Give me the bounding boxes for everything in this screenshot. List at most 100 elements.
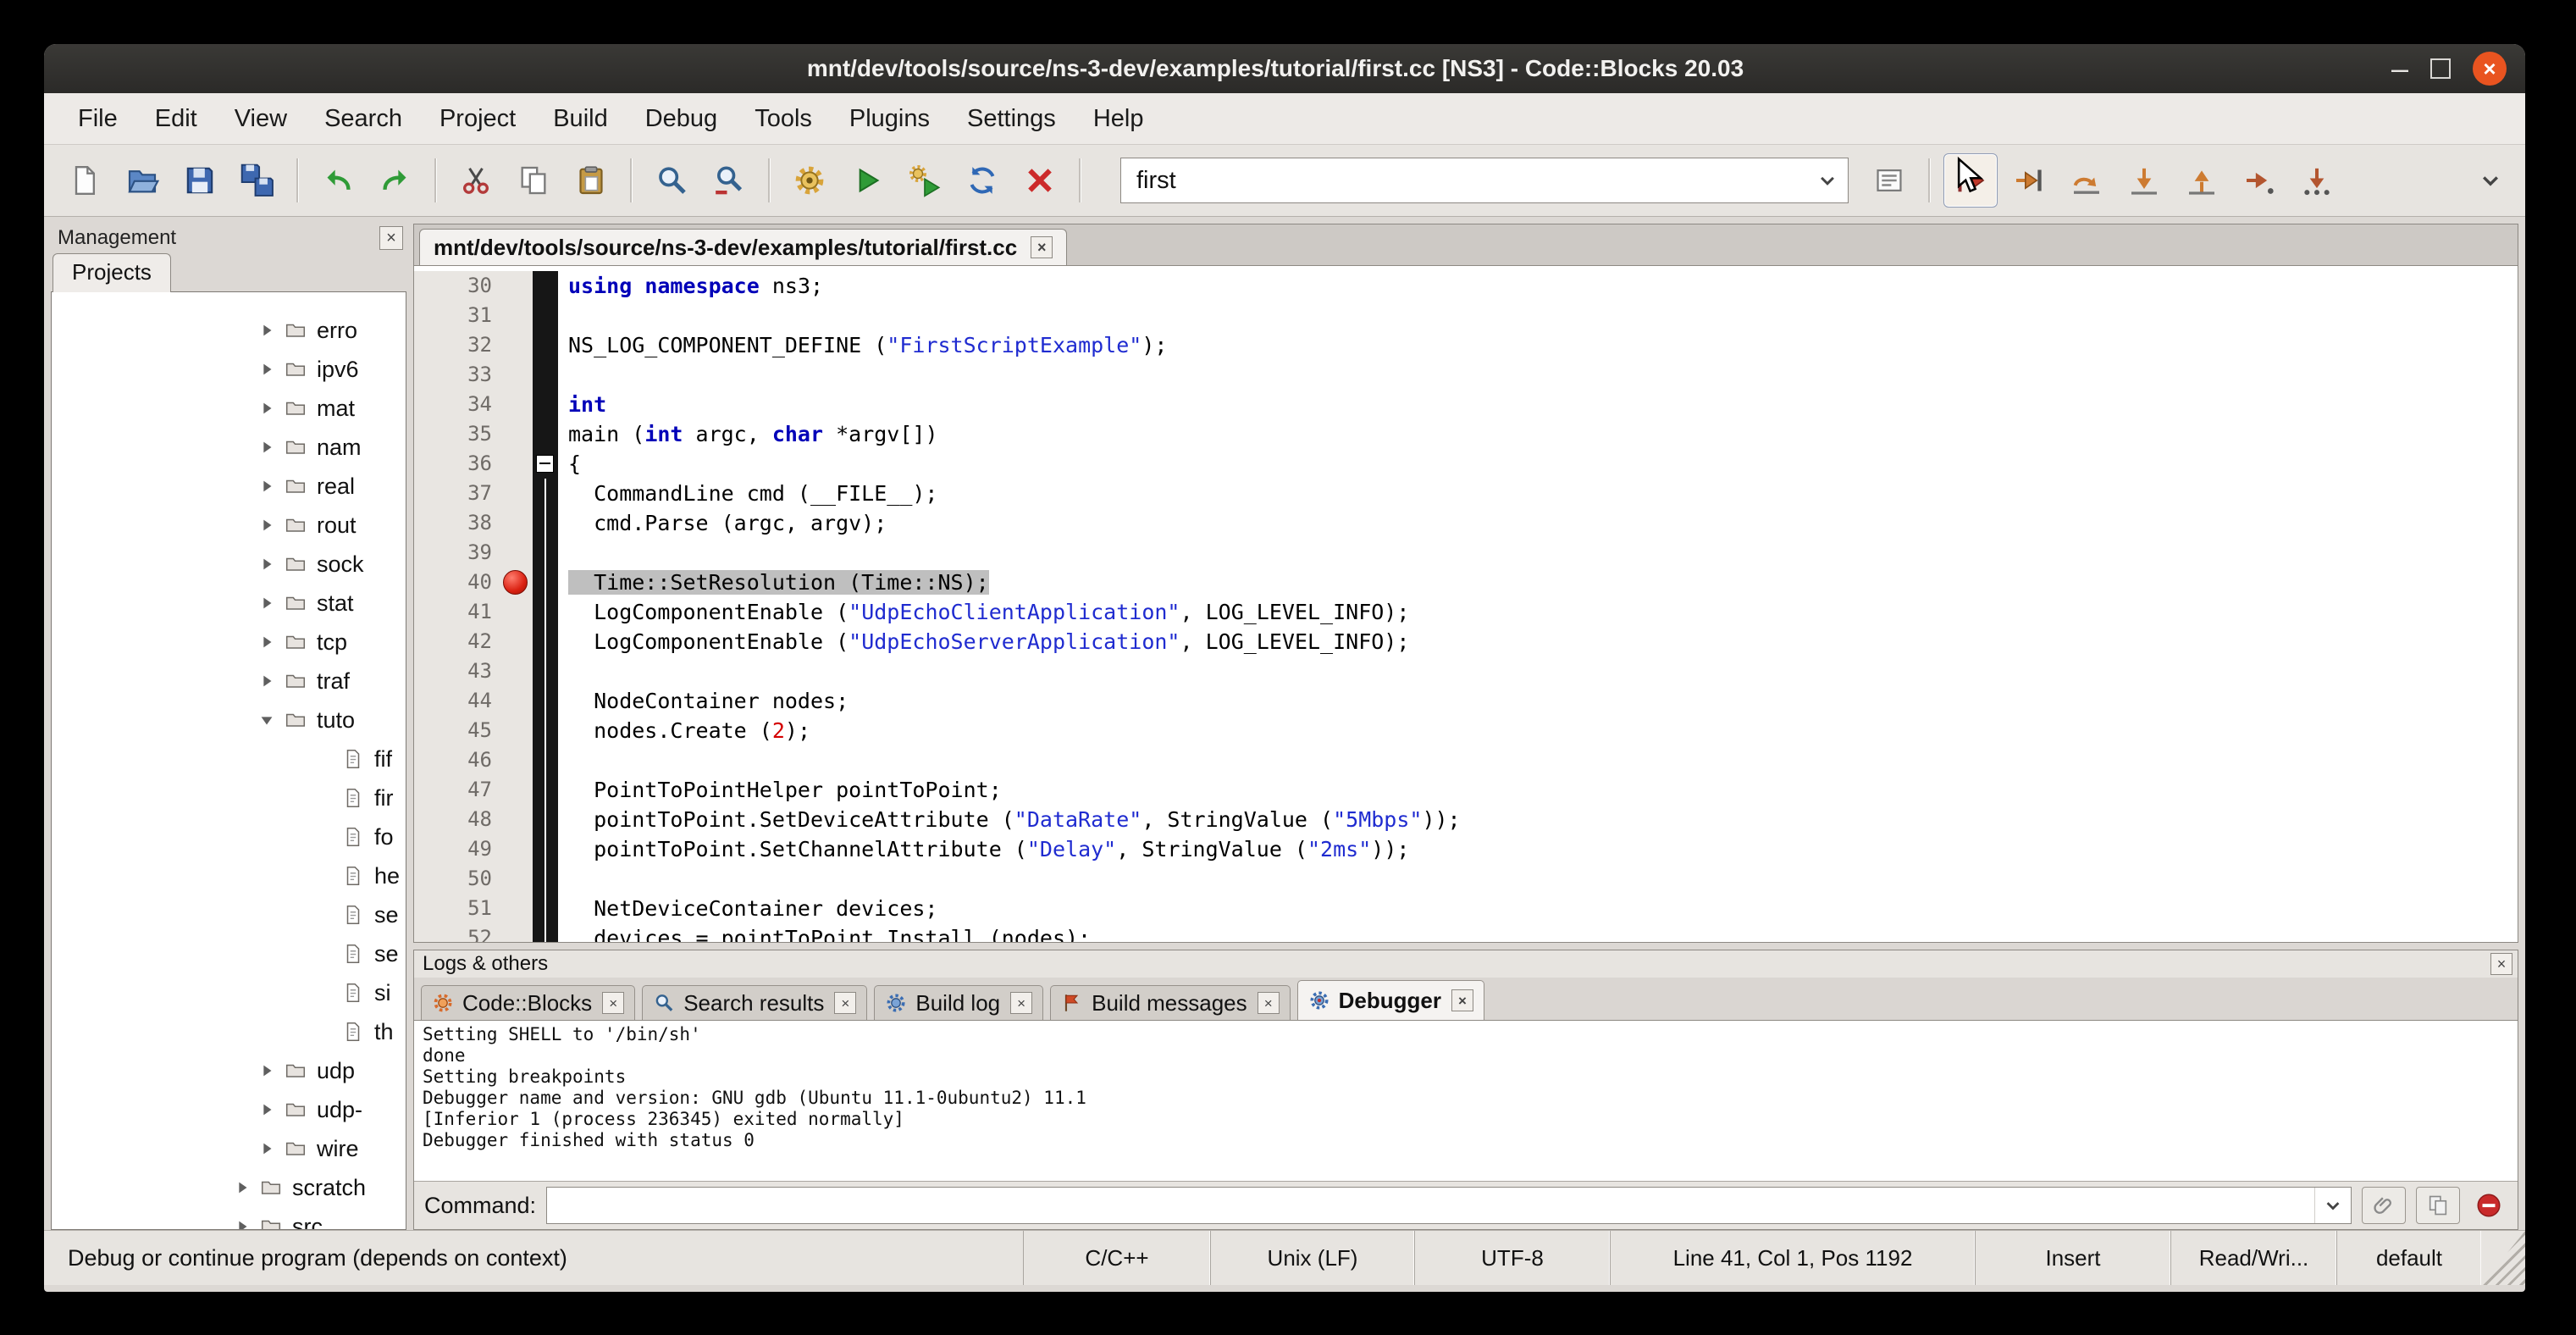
code-line-text[interactable]: Time::SetResolution (Time::NS); xyxy=(558,568,2518,597)
tab-projects[interactable]: Projects xyxy=(53,253,171,292)
log-tab-close-button[interactable]: × xyxy=(1010,992,1032,1014)
log-tab-build-messages[interactable]: Build messages× xyxy=(1050,985,1291,1020)
code-line-text[interactable]: main (int argc, char *argv[]) xyxy=(558,419,2518,449)
find-button[interactable] xyxy=(645,154,698,207)
breakpoint-margin[interactable] xyxy=(499,419,533,449)
code-line-text[interactable]: NS_LOG_COMPONENT_DEFINE ("FirstScriptExa… xyxy=(558,330,2518,360)
code-line-text[interactable]: pointToPoint.SetDeviceAttribute ("DataRa… xyxy=(558,805,2518,834)
redo-button[interactable] xyxy=(369,154,422,207)
tree-item-fo[interactable]: fo xyxy=(52,817,406,856)
tree-item-erro[interactable]: erro xyxy=(52,311,406,350)
code-line-text[interactable]: int xyxy=(558,390,2518,419)
stop-record-button[interactable] xyxy=(2470,1188,2507,1223)
tree-item-wire[interactable]: wire xyxy=(52,1129,406,1168)
log-tab-code-blocks[interactable]: Code::Blocks× xyxy=(421,985,635,1020)
code-line-text[interactable]: LogComponentEnable ("UdpEchoClientApplic… xyxy=(558,597,2518,627)
tree-item-rout[interactable]: rout xyxy=(52,506,406,545)
search-options-button[interactable] xyxy=(1863,154,1915,207)
code-line-text[interactable]: LogComponentEnable ("UdpEchoServerApplic… xyxy=(558,627,2518,656)
new-file-button[interactable] xyxy=(58,154,111,207)
tree-item-udp[interactable]: udp xyxy=(52,1051,406,1090)
tree-item-se[interactable]: se xyxy=(52,934,406,973)
build-and-run-button[interactable] xyxy=(898,154,951,207)
step-into-instruction-button[interactable] xyxy=(2291,154,2343,207)
tree-item-ipv6[interactable]: ipv6 xyxy=(52,350,406,389)
code-line-text[interactable]: nodes.Create (2); xyxy=(558,716,2518,745)
breakpoint-margin[interactable] xyxy=(499,568,533,597)
run-to-cursor-button[interactable] xyxy=(2003,154,2055,207)
menu-search[interactable]: Search xyxy=(306,105,421,133)
code-line-text[interactable] xyxy=(558,538,2518,568)
menu-help[interactable]: Help xyxy=(1075,105,1163,133)
command-input[interactable] xyxy=(546,1187,2352,1224)
cut-button[interactable] xyxy=(450,154,502,207)
breakpoint-margin[interactable] xyxy=(499,923,533,943)
tree-item-stat[interactable]: stat xyxy=(52,584,406,623)
breakpoint-margin[interactable] xyxy=(499,775,533,805)
management-close-button[interactable]: × xyxy=(379,226,403,250)
breakpoint-margin[interactable] xyxy=(499,627,533,656)
breakpoint-margin[interactable] xyxy=(499,894,533,923)
breakpoint-margin[interactable] xyxy=(499,745,533,775)
tree-item-scratch[interactable]: scratch xyxy=(52,1168,406,1207)
tree-expander-icon[interactable] xyxy=(257,594,281,612)
tree-item-mat[interactable]: mat xyxy=(52,389,406,428)
paste-button[interactable] xyxy=(565,154,617,207)
menu-tools[interactable]: Tools xyxy=(736,105,831,133)
tree-expander-icon[interactable] xyxy=(257,399,281,418)
paperclip-button[interactable] xyxy=(2362,1187,2406,1224)
tree-expander-icon[interactable] xyxy=(257,1100,281,1119)
breakpoint-margin[interactable] xyxy=(499,449,533,479)
breakpoint-margin[interactable] xyxy=(499,330,533,360)
log-tab-search-results[interactable]: Search results× xyxy=(642,985,867,1020)
chevron-down-icon[interactable] xyxy=(1807,158,1848,202)
breakpoint-margin[interactable] xyxy=(499,656,533,686)
step-into-button[interactable] xyxy=(2118,154,2170,207)
code-line-text[interactable]: NetDeviceContainer devices; xyxy=(558,894,2518,923)
tree-expander-icon[interactable] xyxy=(257,516,281,535)
tree-expander-icon[interactable] xyxy=(257,321,281,340)
breakpoint-margin[interactable] xyxy=(499,686,533,716)
code-line-text[interactable]: cmd.Parse (argc, argv); xyxy=(558,508,2518,538)
tree-item-si[interactable]: si xyxy=(52,973,406,1012)
code-line-text[interactable]: NodeContainer nodes; xyxy=(558,686,2518,716)
breakpoint-margin[interactable] xyxy=(499,597,533,627)
step-out-button[interactable] xyxy=(2175,154,2228,207)
breakpoint-margin[interactable] xyxy=(499,834,533,864)
breakpoint-margin[interactable] xyxy=(499,479,533,508)
menu-debug[interactable]: Debug xyxy=(627,105,736,133)
tree-expander-icon[interactable] xyxy=(257,477,281,496)
breakpoint-icon[interactable] xyxy=(503,570,528,595)
logs-close-button[interactable]: × xyxy=(2490,953,2512,975)
tree-item-udp[interactable]: udp- xyxy=(52,1090,406,1129)
open-file-button[interactable] xyxy=(116,154,169,207)
breakpoint-margin[interactable] xyxy=(499,716,533,745)
replace-button[interactable] xyxy=(703,154,755,207)
toolbar-overflow-chevron[interactable] xyxy=(2468,166,2513,195)
incremental-search-combobox[interactable]: first xyxy=(1120,158,1849,203)
abort-build-button[interactable] xyxy=(1014,154,1066,207)
breakpoint-margin[interactable] xyxy=(499,271,533,301)
log-tab-debugger[interactable]: Debugger× xyxy=(1297,980,1484,1020)
tree-item-he[interactable]: he xyxy=(52,856,406,895)
code-line-text[interactable] xyxy=(558,360,2518,390)
tree-item-sock[interactable]: sock xyxy=(52,545,406,584)
clipboard-button[interactable] xyxy=(2416,1187,2460,1224)
tree-expander-icon[interactable] xyxy=(257,1061,281,1080)
debug-continue-button[interactable] xyxy=(1943,153,1998,208)
save-all-button[interactable] xyxy=(231,154,284,207)
build-button[interactable] xyxy=(783,154,836,207)
code-line-text[interactable]: using namespace ns3; xyxy=(558,271,2518,301)
breakpoint-margin[interactable] xyxy=(499,360,533,390)
tree-item-se[interactable]: se xyxy=(52,895,406,934)
close-button[interactable]: × xyxy=(2473,52,2507,86)
tree-expander-icon[interactable] xyxy=(257,672,281,690)
title-bar[interactable]: mnt/dev/tools/source/ns-3-dev/examples/t… xyxy=(44,44,2525,93)
fold-collapse-icon[interactable] xyxy=(536,455,554,473)
log-tab-close-button[interactable]: × xyxy=(1451,989,1473,1011)
tree-item-fif[interactable]: fif xyxy=(52,740,406,778)
tree-expander-icon[interactable] xyxy=(257,555,281,573)
tree-item-fir[interactable]: fir xyxy=(52,778,406,817)
tree-expander-icon[interactable] xyxy=(257,1139,281,1158)
code-line-text[interactable] xyxy=(558,745,2518,775)
